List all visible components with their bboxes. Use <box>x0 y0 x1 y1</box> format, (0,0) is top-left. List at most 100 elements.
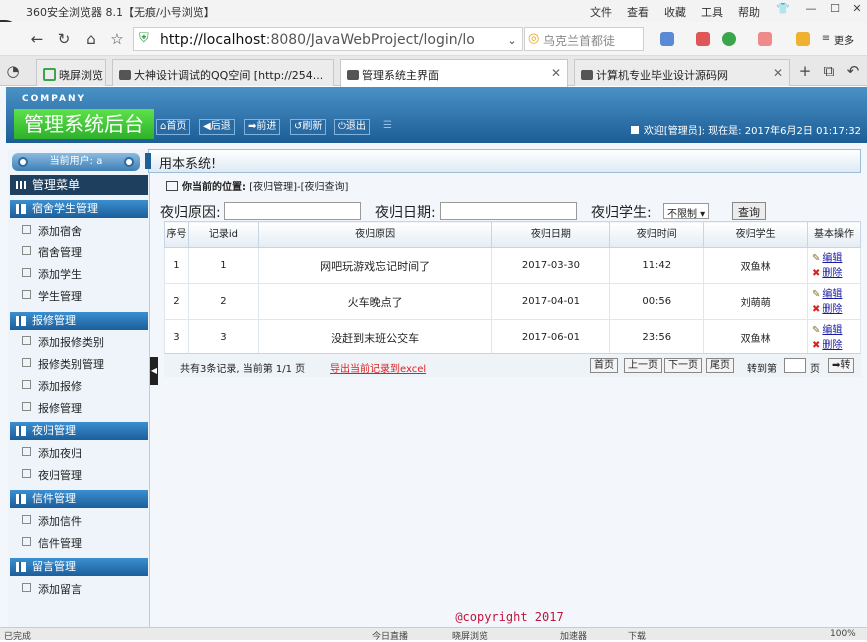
status-screen[interactable]: 晓屏浏览 <box>452 629 488 642</box>
address-bar[interactable]: ⛨ http://localhost:8080/JavaWebProject/l… <box>133 27 523 51</box>
menu-file[interactable]: 文件 <box>590 4 612 20</box>
refresh-icon[interactable]: ↻ <box>55 30 73 48</box>
go-button[interactable]: ➡转 <box>828 358 855 373</box>
sidebar-item-add-letter[interactable]: 添加信件 <box>22 513 82 529</box>
extension-bag-icon[interactable] <box>796 32 810 46</box>
date-input[interactable] <box>440 202 577 220</box>
edit-link[interactable]: 编辑 <box>822 253 842 264</box>
goto-page-input[interactable] <box>784 358 806 373</box>
sidebar-item-add-repair-type[interactable]: 添加报修类别 <box>22 334 104 350</box>
new-tab-icon[interactable]: + <box>796 62 814 80</box>
cell-reason: 火车晚点了 <box>257 283 493 320</box>
menu-favorites[interactable]: 收藏 <box>664 4 686 20</box>
tab-list-icon[interactable]: ⧉ <box>820 62 838 80</box>
status-zoom[interactable]: 100% <box>830 629 856 639</box>
sidebar-item-add-dorm[interactable]: 添加宿舍 <box>22 223 82 239</box>
maximize-button[interactable]: ☐ <box>824 2 846 18</box>
sidebar-item-dorm-manage[interactable]: 宿舍管理 <box>22 244 82 260</box>
app-header: COMPANY 管理系统后台 ⌂首页 ◀后退 ➡前进 ↺刷新 ⏻退出 ☰ 欢迎[… <box>6 87 867 143</box>
edit-link[interactable]: 编辑 <box>822 325 842 336</box>
sidebar-item-letter-manage[interactable]: 信件管理 <box>22 535 82 551</box>
delete-link[interactable]: 删除 <box>822 268 842 279</box>
search-engine-icon: ◎ <box>528 31 540 46</box>
extension-money-icon[interactable] <box>722 32 736 46</box>
next-page-button[interactable]: 下一页 <box>664 358 702 373</box>
sidebar-collapse-handle[interactable]: ◀ <box>150 357 158 385</box>
doc-icon <box>22 358 31 367</box>
sidebar-group-message[interactable]: 留言管理 <box>10 558 148 576</box>
prev-page-button[interactable]: 上一页 <box>624 358 662 373</box>
sidebar-group-repair[interactable]: 报修管理 <box>10 312 148 330</box>
search-box[interactable]: ◎ 乌克兰首都徒 <box>524 27 644 51</box>
more-button[interactable]: 更多 <box>834 32 854 47</box>
logout-button[interactable]: ⏻退出 <box>334 119 370 135</box>
doc-icon <box>22 515 31 524</box>
sidebar-group-late-return[interactable]: 夜归管理 <box>10 422 148 440</box>
menu-icon[interactable]: ☰ <box>380 119 395 135</box>
sidebar-item-repair-type-manage[interactable]: 报修类别管理 <box>22 356 104 372</box>
sidebar-item-add-late-return[interactable]: 添加夜归 <box>22 445 82 461</box>
cell-id: 2 <box>187 283 259 320</box>
delete-link[interactable]: 删除 <box>822 340 842 351</box>
edit-link[interactable]: 编辑 <box>822 289 842 300</box>
skin-icon[interactable]: 👕 <box>772 2 794 18</box>
last-page-button[interactable]: 尾页 <box>706 358 734 373</box>
home-button[interactable]: ⌂首页 <box>156 119 191 135</box>
close-window-button[interactable]: ✕ <box>846 2 867 18</box>
refresh-button[interactable]: ↺刷新 <box>290 119 327 135</box>
table-header-row: 序号 记录id 夜归原因 夜归日期 夜归时间 夜归学生 基本操作 <box>164 221 861 248</box>
undo-close-icon[interactable]: ↶ <box>844 62 862 80</box>
query-button[interactable]: 查询 <box>732 202 766 220</box>
back-button[interactable]: ◀后退 <box>199 119 235 135</box>
tab-qq-space[interactable]: 大神设计调试的QQ空间 [http://254... <box>112 59 334 86</box>
extension-grid-icon[interactable] <box>660 32 674 46</box>
item-label: 添加学生 <box>38 268 82 281</box>
location-icon <box>166 181 178 191</box>
menu-view[interactable]: 查看 <box>627 4 649 20</box>
cell-date: 2017-04-01 <box>491 283 611 320</box>
close-tab-icon[interactable]: ✕ <box>773 66 783 80</box>
sidebar-item-late-return-manage[interactable]: 夜归管理 <box>22 467 82 483</box>
sidebar-item-add-repair[interactable]: 添加报修 <box>22 378 82 394</box>
home-icon[interactable]: ⌂ <box>82 30 100 48</box>
menu-tools[interactable]: 工具 <box>701 4 723 20</box>
location-path: [夜归管理]-[夜归查询] <box>249 182 349 193</box>
extension-mail-icon[interactable] <box>696 32 710 46</box>
pagination-bar: 共有3条记录, 当前第 1/1 页 导出当前记录到excel 首页 上一页 下一… <box>164 353 861 377</box>
sidebar-item-add-student[interactable]: 添加学生 <box>22 266 82 282</box>
minimize-button[interactable]: — <box>800 2 822 18</box>
delete-link[interactable]: 删除 <box>822 304 842 315</box>
sidebar-item-student-manage[interactable]: 学生管理 <box>22 288 82 304</box>
menu-help[interactable]: 帮助 <box>738 4 760 20</box>
sidebar-group-letter[interactable]: 信件管理 <box>10 490 148 508</box>
col-ops: 基本操作 <box>807 221 861 248</box>
reason-input[interactable] <box>224 202 361 220</box>
close-tab-icon[interactable]: ✕ <box>551 66 561 80</box>
forward-button[interactable]: ➡前进 <box>244 119 281 135</box>
page-icon <box>347 70 359 80</box>
export-excel-link[interactable]: 导出当前记录到excel <box>330 360 426 375</box>
tab-source-site[interactable]: 计算机专业毕业设计源码网 ✕ <box>574 59 790 86</box>
status-accelerator[interactable]: 加速器 <box>560 629 587 642</box>
tab-admin-main[interactable]: 管理系统主界面 ✕ <box>340 59 568 87</box>
back-icon[interactable]: ← <box>28 30 46 48</box>
star-icon[interactable]: ☆ <box>108 30 126 48</box>
extension-ao-icon[interactable] <box>758 32 772 46</box>
url-path: :8080/JavaWebProject/login/lo <box>265 32 475 48</box>
sidebar-item-repair-manage[interactable]: 报修管理 <box>22 400 82 416</box>
app-frame: COMPANY 管理系统后台 ⌂首页 ◀后退 ➡前进 ↺刷新 ⏻退出 ☰ 欢迎[… <box>0 87 867 627</box>
first-page-button[interactable]: 首页 <box>590 358 618 373</box>
status-live[interactable]: 今日直播 <box>372 629 408 642</box>
tab-screen-browse[interactable]: 晓屏浏览 <box>36 59 106 86</box>
menu-lines-icon[interactable]: ≡ <box>818 30 834 48</box>
status-download[interactable]: 下载 <box>628 629 646 642</box>
tab-label: 管理系统主界面 <box>362 69 439 82</box>
sidebar-item-add-message[interactable]: 添加留言 <box>22 581 82 597</box>
cell-ops: ✎ 编辑 ✖ 删除 <box>807 247 861 284</box>
breadcrumb: 你当前的位置: [夜归管理]-[夜归查询] <box>166 178 348 193</box>
page-icon <box>119 70 131 80</box>
student-select[interactable]: 不限制 ▾ <box>663 203 710 220</box>
dropdown-icon[interactable]: ⌄ <box>503 32 521 50</box>
sidebar-group-dorm[interactable]: 宿舍学生管理 <box>10 200 148 218</box>
tab-history-icon[interactable]: ◔ <box>4 62 22 80</box>
